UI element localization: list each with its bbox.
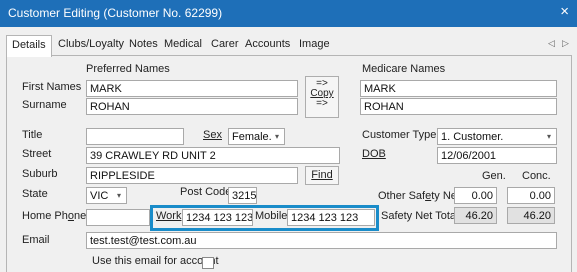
sex-label: Sex: [203, 129, 222, 141]
tab-bar: Details Clubs/Loyalty Notes Medical Care…: [6, 35, 574, 57]
copy-arrow-bottom: =>: [316, 98, 328, 109]
phone-highlight-box: [150, 205, 379, 231]
dob-label: DOB: [362, 148, 386, 160]
safety-net-total-label: Safety Net Total: [381, 210, 459, 222]
title-bar: Customer Editing (Customer No. 62299) ×: [0, 0, 577, 27]
first-names-label: First Names: [22, 81, 82, 93]
first-name-input[interactable]: MARK: [86, 80, 298, 97]
tab-details[interactable]: Details: [6, 35, 52, 57]
suburb-input[interactable]: RIPPLESIDE: [86, 167, 298, 184]
sex-value: Female.: [232, 131, 272, 143]
other-safety-net-conc-input[interactable]: 0.00: [507, 187, 555, 204]
medicare-names-header: Medicare Names: [362, 63, 446, 75]
preferred-names-header: Preferred Names: [86, 63, 170, 75]
copy-names-button[interactable]: => Copy =>: [305, 76, 339, 118]
find-button[interactable]: Find: [305, 166, 339, 185]
other-safety-net-label: Other Safety Net: [378, 190, 460, 202]
home-phone-label: Home Phone: [22, 210, 87, 222]
chevron-down-icon: ▾: [546, 132, 551, 141]
street-input[interactable]: 39 CRAWLEY RD UNIT 2: [86, 147, 340, 164]
tab-notes[interactable]: Notes: [129, 35, 158, 55]
customer-type-label: Customer Type: [362, 129, 437, 141]
street-label: Street: [22, 148, 52, 160]
customer-type-value: 1. Customer.: [441, 131, 504, 143]
medicare-surname-input[interactable]: ROHAN: [360, 98, 557, 115]
home-phone-input[interactable]: [86, 209, 150, 226]
state-select[interactable]: VIC ▾: [86, 187, 127, 204]
tab-medical[interactable]: Medical: [164, 35, 202, 55]
surname-label: Surname: [22, 99, 67, 111]
conc-header: Conc.: [522, 170, 551, 182]
safety-net-total-gen: 46.20: [454, 207, 497, 224]
email-input[interactable]: test.test@test.com.au: [86, 232, 557, 249]
gen-header: Gen.: [482, 170, 506, 182]
safety-net-total-conc: 46.20: [507, 207, 555, 224]
tab-scroll-right-icon[interactable]: ▷: [562, 38, 569, 49]
title-input[interactable]: [86, 128, 184, 145]
customer-type-select[interactable]: 1. Customer. ▾: [437, 128, 557, 145]
close-icon[interactable]: ×: [560, 4, 569, 20]
title-label: Title: [22, 129, 43, 141]
tab-carer[interactable]: Carer: [211, 35, 239, 55]
state-value: VIC: [90, 190, 109, 202]
suburb-label: Suburb: [22, 168, 58, 180]
window-title: Customer Editing (Customer No. 62299): [8, 6, 223, 20]
post-code-input[interactable]: 3215: [228, 187, 257, 204]
post-code-label: Post Code: [180, 186, 232, 198]
chevron-down-icon: ▾: [116, 191, 121, 200]
tab-scroll-left-icon[interactable]: ◁: [548, 38, 555, 49]
dob-input[interactable]: 12/06/2001: [437, 147, 557, 164]
use-email-checkbox[interactable]: [202, 257, 214, 269]
chevron-down-icon: ▾: [274, 132, 279, 141]
tab-accounts[interactable]: Accounts: [245, 35, 290, 55]
medicare-first-name-input[interactable]: MARK: [360, 80, 557, 97]
state-label: State: [22, 188, 48, 200]
tab-image[interactable]: Image: [299, 35, 330, 55]
surname-input[interactable]: ROHAN: [86, 98, 298, 115]
tab-clubs-loyalty[interactable]: Clubs/Loyalty: [58, 35, 124, 55]
email-label: Email: [22, 234, 50, 246]
other-safety-net-gen-input[interactable]: 0.00: [454, 187, 497, 204]
use-email-label: Use this email for account: [92, 255, 219, 267]
sex-select[interactable]: Female. ▾: [228, 128, 285, 145]
